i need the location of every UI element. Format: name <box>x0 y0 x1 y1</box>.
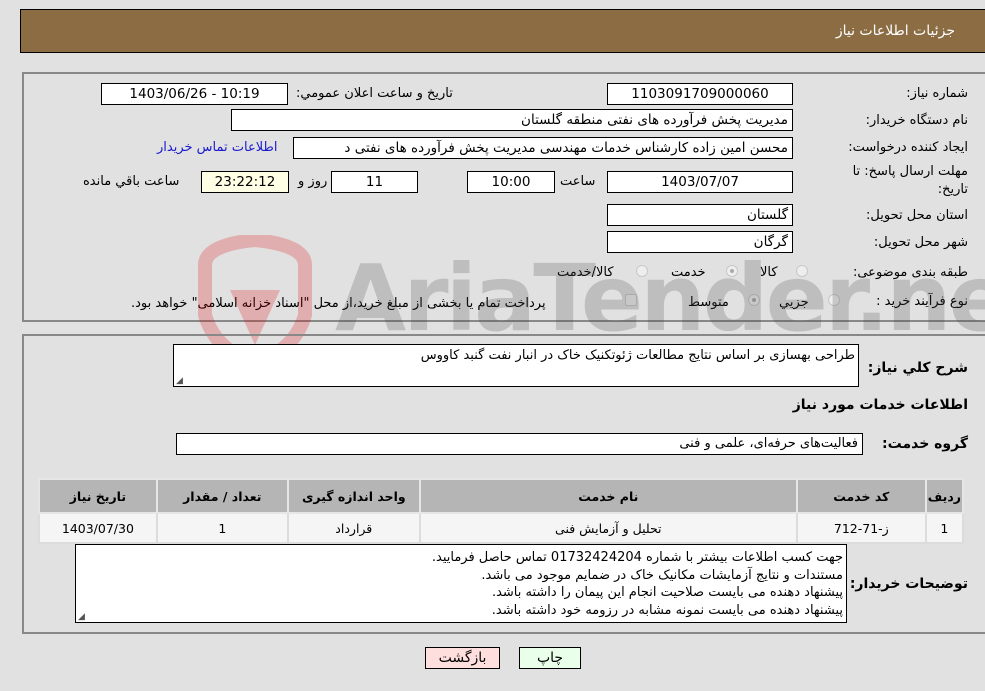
page-header: جزئیات اطلاعات نیاز <box>20 9 985 53</box>
buyer-note-line: پیشنهاد دهنده می بایست نمونه مشابه در رز… <box>491 602 843 618</box>
cell-need-date: 1403/07/30 <box>38 512 158 544</box>
deadline-time-field: 10:00 <box>467 171 555 193</box>
col-quantity: تعداد / مقدار <box>155 478 289 514</box>
buyer-note-line: جهت کسب اطلاعات بیشتر با شماره 017324242… <box>431 550 843 565</box>
deadline-label-line2: تاریخ: <box>937 182 968 197</box>
category-radio-service[interactable] <box>726 265 738 277</box>
province-field: گلستان <box>607 204 793 226</box>
service-group-label: گروه خدمت: <box>882 436 968 452</box>
remaining-label: ساعت باقي مانده <box>83 174 180 189</box>
need-number-label: شماره نیاز: <box>906 86 968 101</box>
services-title: اطلاعات خدمات مورد نیاز <box>792 397 968 413</box>
city-label: شهر محل تحویل: <box>873 235 968 250</box>
col-row-number: ردیف <box>924 478 965 514</box>
col-service-name: نام خدمت <box>418 478 798 514</box>
creator-label: ایجاد کننده درخواست: <box>848 140 968 155</box>
page-title: جزئیات اطلاعات نیاز <box>835 23 955 39</box>
process-label: نوع فرآیند خرید : <box>876 294 968 309</box>
process-radio-medium[interactable] <box>748 294 760 306</box>
category-radio-goods[interactable] <box>796 265 808 277</box>
buyer-note-line: مستندات و نتایج آزمایشات مکانیک خاک در ض… <box>481 567 843 583</box>
category-option-goods: کالا <box>760 265 778 280</box>
table-header-row: ردیف کد خدمت نام خدمت واحد اندازه گیری ت… <box>38 478 965 514</box>
remaining-time-field: 23:22:12 <box>201 171 289 193</box>
days-field: 11 <box>331 171 418 193</box>
days-label: روز و <box>298 174 328 189</box>
services-table: ردیف کد خدمت نام خدمت واحد اندازه گیری ت… <box>38 478 965 544</box>
buyer-note-line: پیشنهاد دهنده می بایست صلاحیت انجام این … <box>491 585 843 600</box>
province-label: استان محل تحویل: <box>866 208 968 223</box>
category-option-service: خدمت <box>671 265 706 280</box>
back-button[interactable]: بازگشت <box>425 647 500 669</box>
buyer-notes-textarea[interactable]: جهت کسب اطلاعات بیشتر با شماره 017324242… <box>75 544 847 623</box>
process-option-medium: متوسط <box>688 295 729 310</box>
announce-field: 1403/06/26 - 10:19 <box>101 83 288 105</box>
summary-textarea[interactable]: طراحی بهسازی بر اساس نتایج مطالعات ژئوتک… <box>173 344 859 387</box>
buyer-contact-link[interactable]: اطلاعات تماس خریدار <box>157 140 277 155</box>
buyer-org-field: مدیریت پخش فرآورده های نفتی منطقه گلستان <box>231 109 793 131</box>
announce-label: تاریخ و ساعت اعلان عمومي: <box>296 86 453 101</box>
process-radio-minor[interactable] <box>828 294 840 306</box>
buyer-notes-label: توضیحات خریدار: <box>849 576 968 592</box>
print-button[interactable]: چاپ <box>519 647 581 669</box>
table-row: 1 ز-71-712 تحلیل و آزمایش فنی قرارداد 1 … <box>38 512 965 544</box>
summary-text: طراحی بهسازی بر اساس نتایج مطالعات ژئوتک… <box>420 348 855 363</box>
cell-unit: قرارداد <box>286 512 421 544</box>
col-need-date: تاریخ نیاز <box>38 478 158 514</box>
resize-grip-icon[interactable]: ◢ <box>78 612 85 622</box>
summary-label: شرح کلي نیاز: <box>867 360 968 376</box>
service-group-field: فعالیت‌های حرفه‌ای، علمی و فنی <box>176 433 863 455</box>
buyer-org-label: نام دستگاه خریدار: <box>865 113 968 128</box>
deadline-label-line1: مهلت ارسال پاسخ: تا <box>852 164 968 179</box>
col-service-code: کد خدمت <box>795 478 927 514</box>
category-radio-goods-service[interactable] <box>636 265 648 277</box>
cell-quantity: 1 <box>155 512 289 544</box>
creator-field: محسن امین زاده کارشناس خدمات مهندسی مدیر… <box>293 137 793 159</box>
cell-service-code: ز-71-712 <box>795 512 927 544</box>
resize-grip-icon[interactable]: ◢ <box>176 376 183 386</box>
col-unit: واحد اندازه گیری <box>286 478 421 514</box>
category-option-goods-service: کالا/خدمت <box>557 265 614 280</box>
process-option-minor: جزيي <box>779 295 809 310</box>
cell-row-number: 1 <box>924 512 965 544</box>
treasury-note: پرداخت تمام یا بخشی از مبلغ خرید،از محل … <box>131 296 546 311</box>
cell-service-name: تحلیل و آزمایش فنی <box>418 512 798 544</box>
time-label: ساعت <box>560 174 596 189</box>
deadline-date-field: 1403/07/07 <box>607 171 793 193</box>
category-label: طبقه بندی موضوعی: <box>852 265 968 280</box>
buyer-notes-text: جهت کسب اطلاعات بیشتر با شماره 017324242… <box>432 549 843 619</box>
city-field: گرگان <box>607 231 793 253</box>
need-number-field: 1103091709000060 <box>607 83 793 105</box>
treasury-checkbox[interactable] <box>625 294 637 306</box>
